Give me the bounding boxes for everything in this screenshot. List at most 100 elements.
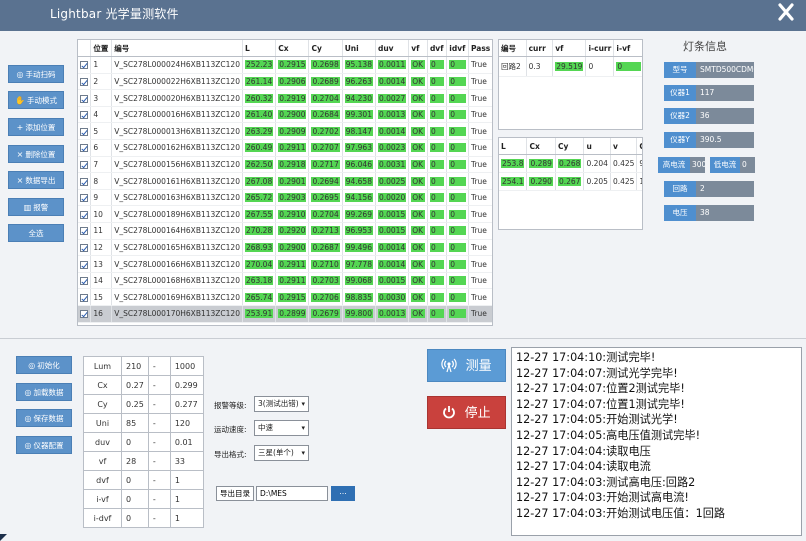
- row-checkbox-cell[interactable]: [78, 222, 92, 240]
- limit-cell[interactable]: 0.27: [121, 375, 149, 395]
- table-row[interactable]: 6 V_SC278L000162H6XB113ZC120 260.49 0.2911 0…: [78, 139, 492, 157]
- limit-cell[interactable]: 1000: [169, 356, 204, 376]
- table-row[interactable]: 回路2 0.3 29.519 0 0: [499, 56, 642, 78]
- row-checkbox[interactable]: [80, 194, 88, 203]
- row-checkbox-cell[interactable]: [78, 56, 92, 74]
- browse-button[interactable]: ...: [331, 486, 355, 501]
- sidebar-button-6[interactable]: ▥ 报警: [8, 198, 64, 216]
- row-checkbox-cell[interactable]: [78, 122, 92, 141]
- table-row[interactable]: 10 V_SC278L000189H6XB113ZC120 267.55 0.2910…: [78, 205, 492, 224]
- table-row[interactable]: 2 V_SC278L000022H6XB113ZC120 261.14 0.2906 0…: [78, 73, 492, 91]
- table-row[interactable]: 9 V_SC278L000163H6XB113ZC120 265.72 0.2903 0…: [78, 189, 492, 207]
- export-format-select[interactable]: 三星(单个) ▾: [254, 445, 309, 461]
- table-row[interactable]: 253.8 0.289 0.2680.2040.4259994: [499, 154, 642, 174]
- row-checkbox-cell[interactable]: [78, 189, 92, 207]
- limit-cell[interactable]: 85: [121, 413, 149, 433]
- limit-cell[interactable]: 120: [169, 413, 204, 433]
- row-checkbox-cell[interactable]: [78, 205, 92, 224]
- log-line: 12-27 17:04:07:测试光学完毕!: [516, 366, 678, 380]
- row-checkbox[interactable]: [80, 94, 88, 103]
- value: 0.2703: [311, 276, 340, 286]
- row-checkbox[interactable]: [80, 227, 88, 236]
- export-dir-input[interactable]: D:\MES: [256, 486, 328, 501]
- row-checkbox-cell[interactable]: [78, 305, 92, 323]
- optic-table: LCxCyuvCCT 253.8 0.289 0.2680.2040.4259994…: [498, 137, 643, 230]
- row-checkbox[interactable]: [80, 144, 88, 153]
- sidebar-button-1[interactable]: ◎ 手动扫码: [8, 65, 64, 83]
- row-checkbox[interactable]: [80, 260, 88, 269]
- table-row[interactable]: 15 V_SC278L000169H6XB113ZC120 265.74 0.2915…: [78, 288, 492, 306]
- row-checkbox[interactable]: [80, 310, 88, 319]
- log-panel[interactable]: 12-27 17:04:10:测试完毕! 12-27 17:04:07:测试光学完…: [511, 347, 802, 536]
- value: 99.800: [344, 309, 373, 319]
- table-row[interactable]: 13 V_SC278L000166H6XB113ZC120 270.04 0.2911…: [78, 255, 492, 273]
- alarm-level-select[interactable]: 3(测试出错) ▾: [254, 396, 309, 412]
- stop-button[interactable]: 停止: [427, 396, 506, 429]
- table-row[interactable]: 3 V_SC278L000020H6XB113ZC120 260.32 0.2919 0…: [78, 89, 492, 107]
- table-row[interactable]: 4 V_SC278L000016H6XB113ZC120 261.40 0.2900 0…: [78, 106, 492, 124]
- row-checkbox-cell[interactable]: [78, 172, 92, 190]
- sidebar-button-2[interactable]: ✋ 手动模式: [8, 91, 64, 109]
- row-checkbox-cell[interactable]: [78, 255, 92, 273]
- row-checkbox[interactable]: [80, 61, 88, 70]
- row-checkbox[interactable]: [80, 177, 88, 186]
- sidebar-button-7[interactable]: 全选: [8, 224, 64, 242]
- sidebar-button-3[interactable]: + 添加位置: [8, 118, 64, 136]
- bottom-button-1[interactable]: ◎ 初始化: [16, 356, 72, 374]
- table-row[interactable]: 14 V_SC278L000168H6XB113ZC120 263.18 0.2911…: [78, 272, 492, 290]
- row-checkbox[interactable]: [80, 160, 88, 169]
- table-row[interactable]: 16 V_SC278L000170H6XB113ZC120 253.91 0.2899…: [78, 305, 492, 323]
- row-checkbox[interactable]: [80, 111, 88, 120]
- table-row[interactable]: 8 V_SC278L000161H6XB113ZC120 267.08 0.2901 0…: [78, 172, 492, 190]
- measure-button[interactable]: 测量: [427, 349, 506, 382]
- table-row[interactable]: 12 V_SC278L000165H6XB113ZC120 268.93 0.2900…: [78, 239, 492, 257]
- row-checkbox[interactable]: [80, 127, 88, 136]
- row-checkbox[interactable]: [80, 77, 88, 86]
- row-checkbox[interactable]: [80, 293, 88, 302]
- row-checkbox-cell[interactable]: [78, 272, 92, 290]
- limit-cell[interactable]: 0.01: [169, 432, 204, 452]
- limit-cell[interactable]: 0.277: [169, 394, 204, 414]
- sidebar-button-4[interactable]: × 删除位置: [8, 145, 64, 163]
- column-header: curr: [526, 40, 554, 58]
- close-button[interactable]: [776, 0, 796, 24]
- limit-cell[interactable]: 0: [121, 489, 149, 509]
- uni-cell: 99.301: [342, 106, 376, 124]
- limit-cell[interactable]: 28: [121, 451, 149, 471]
- table-row[interactable]: 11 V_SC278L000164H6XB113ZC120 270.28 0.2920…: [78, 222, 492, 240]
- row-checkbox[interactable]: [80, 243, 88, 252]
- row-checkbox-cell[interactable]: [78, 73, 92, 91]
- limit-cell[interactable]: 0: [121, 432, 149, 452]
- table-row[interactable]: 7 V_SC278L000156H6XB113ZC120 262.50 0.2918 0…: [78, 156, 492, 174]
- dvf-cell: 0: [427, 222, 448, 240]
- limit-cell[interactable]: 0.25: [121, 394, 149, 414]
- limit-cell[interactable]: 33: [169, 451, 204, 471]
- bottom-button-3[interactable]: ◎ 保存数据: [16, 409, 72, 427]
- cell: 253.8: [499, 154, 528, 174]
- table-row[interactable]: 1 V_SC278L000024H6XB113ZC120 252.23 0.2915 0…: [78, 56, 492, 74]
- row-checkbox-cell[interactable]: [78, 288, 92, 306]
- limit-cell[interactable]: 1: [169, 489, 204, 509]
- value: 0: [449, 193, 466, 203]
- sidebar-button-5[interactable]: × 数据导出: [8, 171, 64, 189]
- table-row[interactable]: 254.1 0.290 0.2670.2050.42510692: [499, 172, 642, 192]
- limit-cell[interactable]: 0: [121, 470, 149, 490]
- limit-cell[interactable]: 0: [121, 508, 149, 528]
- limit-cell[interactable]: 210: [121, 356, 149, 376]
- row-checkbox-cell[interactable]: [78, 239, 92, 257]
- bottom-button-2[interactable]: ◎ 加载数据: [16, 383, 72, 401]
- row-checkbox-cell[interactable]: [78, 89, 92, 107]
- row-checkbox-cell[interactable]: [78, 156, 92, 174]
- limit-cell[interactable]: 1: [169, 470, 204, 490]
- limit-cell[interactable]: 1: [169, 508, 204, 528]
- limit-cell[interactable]: 0.299: [169, 375, 204, 395]
- table-row[interactable]: 5 V_SC278L000013H6XB113ZC120 263.29 0.2909 0…: [78, 122, 492, 141]
- row-checkbox[interactable]: [80, 277, 88, 286]
- speed-select[interactable]: 中速 ▾: [254, 420, 309, 436]
- column-header: Cy: [555, 138, 585, 156]
- bottom-button-4[interactable]: ◎ 仪器配置: [16, 436, 72, 454]
- row-checkbox-cell[interactable]: [78, 106, 92, 124]
- row-checkbox[interactable]: [80, 210, 88, 219]
- value: 0.2900: [278, 242, 307, 252]
- row-checkbox-cell[interactable]: [78, 139, 92, 157]
